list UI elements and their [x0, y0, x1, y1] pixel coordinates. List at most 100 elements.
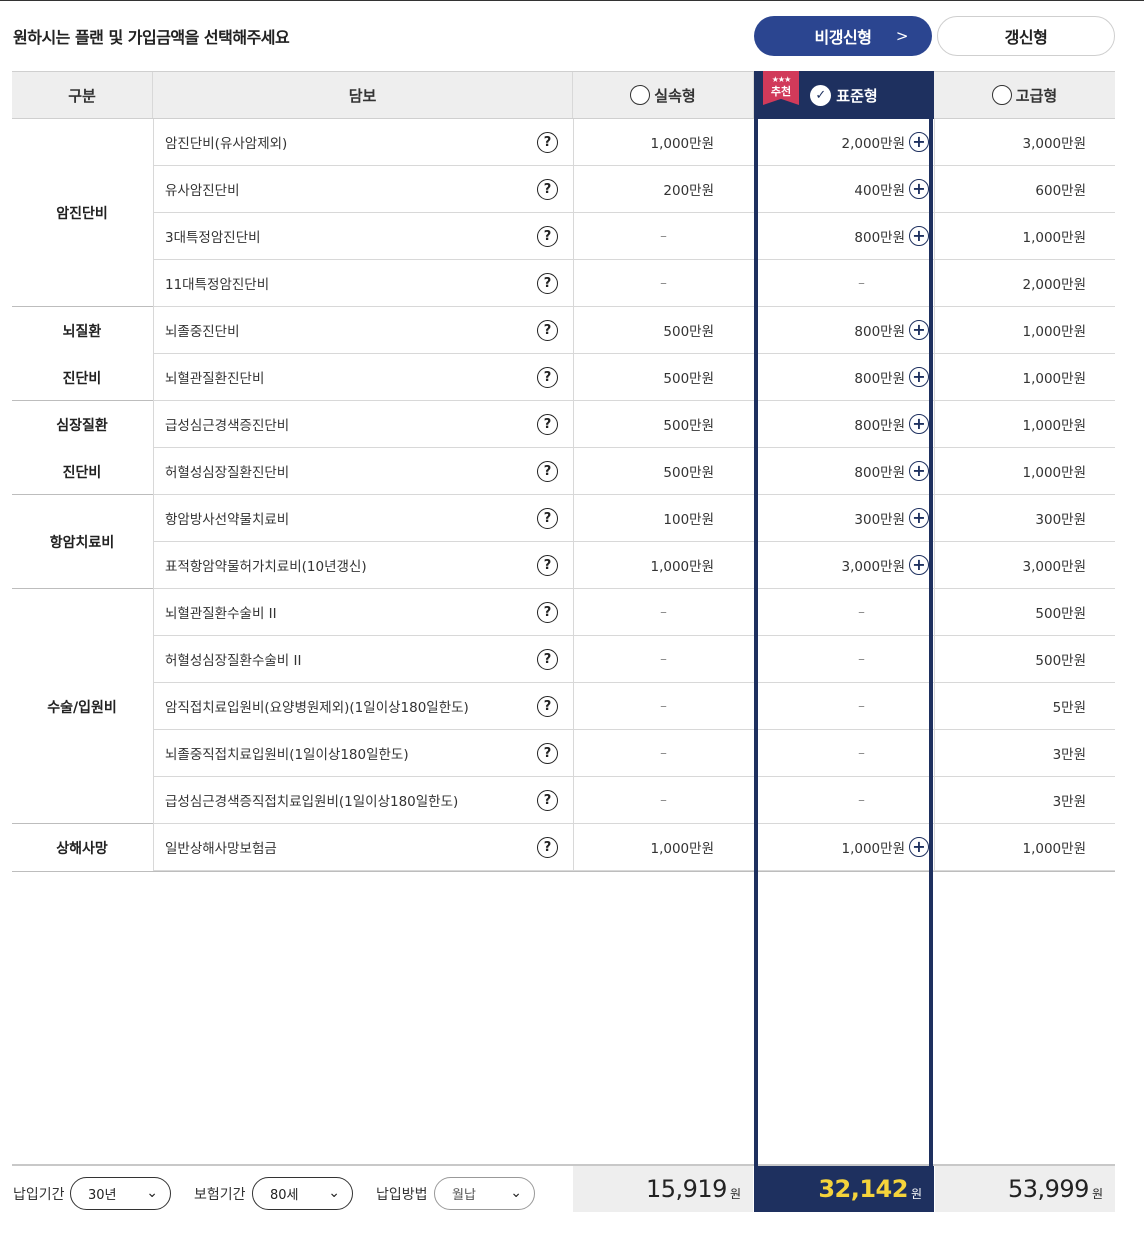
pay-method-value: 월납	[452, 1188, 476, 1203]
pay-method-label: 납입방법	[376, 1187, 428, 1203]
amount-cell: 100만원	[573, 495, 714, 541]
table-row: 허혈성심장질환수술비 II? – –500만원	[153, 636, 1115, 683]
table-body: 암진단비 뇌질환 진단비 심장질환 진단비 항암치료비 수술/입원비 상해사망 암진단비(유사암…	[12, 119, 1115, 872]
amount-value: 3만원	[1052, 794, 1086, 810]
amount-value: –	[660, 792, 667, 808]
category-cell: 암진단비	[12, 119, 152, 307]
table-row: 급성심근경색증진단비? 500만원 800만원 +1,000만원	[153, 401, 1115, 448]
amount-cell: 600만원	[934, 166, 1086, 212]
help-icon[interactable]: ?	[537, 320, 558, 341]
coverage-name: 뇌졸중진단비	[165, 324, 240, 340]
table-row: 유사암진단비? 200만원 400만원 +600만원	[153, 166, 1115, 213]
amount-value: 1,000만원	[1022, 324, 1087, 340]
plan-standard-option[interactable]: ★★★ 추천 ✓ 표준형	[754, 71, 934, 119]
table-row: 뇌혈관질환수술비 II? – –500만원	[153, 589, 1115, 636]
category-cell: 심장질환 진단비	[12, 401, 152, 495]
amount-value: –	[660, 698, 667, 714]
amount-cell: 1,000만원	[573, 119, 715, 165]
price-premium-value: 53,999	[1007, 1175, 1089, 1203]
help-icon[interactable]: ?	[537, 273, 558, 294]
help-icon[interactable]: ?	[537, 743, 558, 764]
amount-value: 3만원	[1052, 747, 1086, 763]
amount-value: 1,000만원	[1022, 418, 1087, 434]
selected-plan-frame	[754, 118, 933, 1166]
top-border	[0, 0, 1144, 1]
table-row: 암직접치료입원비(요양병원제외)(1일이상180일한도)? – –5만원	[153, 683, 1115, 730]
price-unit: 원	[729, 1186, 741, 1201]
amount-value: 1,000만원	[1022, 230, 1087, 246]
coverage-name: 암진단비(유사암제외)	[165, 136, 288, 152]
help-icon[interactable]: ?	[537, 696, 558, 717]
amount-cell: –	[573, 589, 714, 635]
category-label: 진단비	[62, 370, 102, 387]
pay-method-select[interactable]: 월납 ⌄	[434, 1177, 535, 1210]
amount-value: 500만원	[1035, 606, 1086, 622]
coverage-name: 허혈성심장질환수술비 II	[165, 653, 302, 669]
category-cell: 항암치료비	[12, 495, 152, 589]
help-icon[interactable]: ?	[537, 179, 558, 200]
amount-value: 1,000만원	[650, 841, 715, 857]
amount-cell: 200만원	[573, 166, 714, 212]
amount-value: 500만원	[663, 324, 714, 340]
amount-value: 100만원	[663, 512, 714, 528]
amount-value: –	[660, 651, 667, 667]
amount-cell: 1,000만원	[934, 401, 1087, 447]
radio-icon[interactable]	[991, 85, 1012, 105]
recommend-badge: ★★★ 추천	[763, 71, 799, 105]
amount-value: –	[660, 745, 667, 761]
check-icon[interactable]: ✓	[810, 84, 832, 106]
coverage-name: 11대특정암진단비	[165, 277, 270, 293]
coverage-name: 뇌졸중직접치료입원비(1일이상180일한도)	[165, 747, 409, 763]
amount-cell: 3만원	[934, 777, 1086, 823]
ins-period-select[interactable]: 80세 ⌄	[252, 1177, 353, 1210]
amount-value: 200만원	[663, 183, 714, 199]
amount-cell: 500만원	[573, 354, 714, 400]
help-icon[interactable]: ?	[537, 414, 558, 435]
help-icon[interactable]: ?	[537, 555, 558, 576]
table-row: 항암방사선약물치료비? 100만원 300만원 +300만원	[153, 495, 1115, 542]
help-icon[interactable]: ?	[537, 461, 558, 482]
tab-renewal[interactable]: 갱신형	[937, 16, 1115, 56]
price-standard: 32,142 원	[754, 1166, 934, 1212]
coverage-name: 항암방사선약물치료비	[165, 512, 290, 528]
pay-period-select[interactable]: 30년 ⌄	[70, 1177, 171, 1210]
amount-value: 3,000만원	[1022, 136, 1087, 152]
category-label: 심장질환	[56, 417, 108, 434]
tab-non-renewal[interactable]: 비갱신형 >	[754, 16, 932, 56]
chevron-down-icon: ⌄	[328, 1185, 340, 1201]
amount-cell: –	[573, 636, 714, 682]
badge-label: 추천	[770, 85, 792, 98]
help-icon[interactable]: ?	[537, 367, 558, 388]
radio-icon[interactable]	[630, 85, 651, 105]
plan-basic-label: 실속형	[654, 86, 696, 105]
amount-value: 1,000만원	[1022, 465, 1087, 481]
header-category-label: 구분	[68, 86, 96, 105]
price-basic-value: 15,919	[645, 1175, 727, 1203]
category-label: 상해사망	[56, 840, 108, 857]
help-icon[interactable]: ?	[537, 226, 558, 247]
help-icon[interactable]: ?	[537, 837, 558, 858]
help-icon[interactable]: ?	[537, 602, 558, 623]
table-row: 표적항암약물허가치료비(10년갱신)? 1,000만원 3,000만원 +3,000만…	[153, 542, 1115, 589]
help-icon[interactable]: ?	[537, 649, 558, 670]
amount-cell: 1,000만원	[934, 824, 1087, 870]
amount-cell: 1,000만원	[573, 542, 715, 588]
amount-value: 1,000만원	[1022, 841, 1087, 857]
plan-basic-option[interactable]: 실속형	[573, 72, 754, 118]
amount-cell: –	[573, 683, 714, 729]
help-icon[interactable]: ?	[537, 132, 558, 153]
amount-cell: 3,000만원	[934, 119, 1087, 165]
amount-cell: 500만원	[573, 401, 714, 447]
header-category: 구분	[12, 72, 153, 118]
amount-value: 600만원	[1035, 183, 1086, 199]
coverage-name: 뇌혈관질환수술비 II	[165, 606, 277, 622]
table-row: 허혈성심장질환진단비? 500만원 800만원 +1,000만원	[153, 448, 1115, 495]
page-title: 원하시는 플랜 및 가입금액을 선택해주세요	[13, 28, 290, 47]
amount-cell: 3,000만원	[934, 542, 1087, 588]
help-icon[interactable]: ?	[537, 790, 558, 811]
table-row: 급성심근경색증직접치료입원비(1일이상180일한도)? – –3만원	[153, 777, 1115, 824]
plan-standard-label: 표준형	[836, 86, 878, 105]
amount-value: 500만원	[663, 418, 714, 434]
plan-premium-option[interactable]: 고급형	[934, 72, 1115, 118]
help-icon[interactable]: ?	[537, 508, 558, 529]
